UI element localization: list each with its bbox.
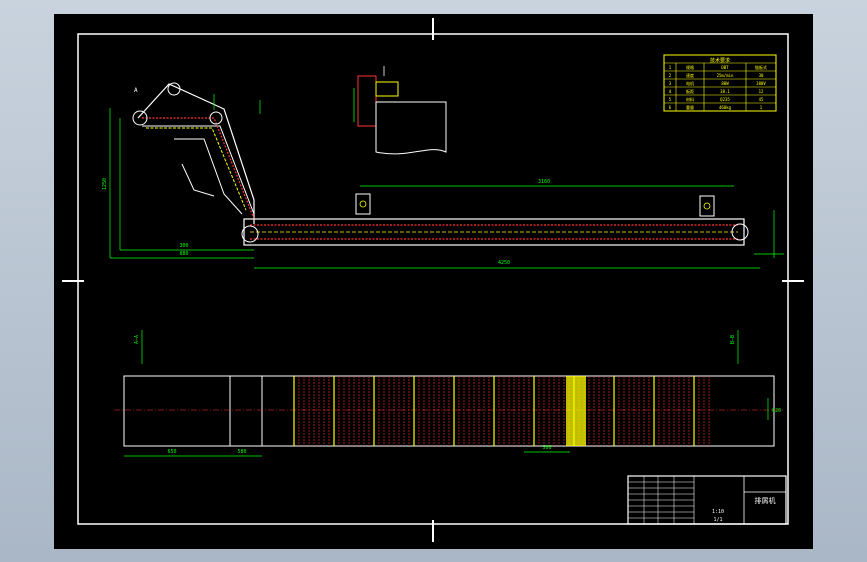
parts-table-cell: 电机	[686, 80, 694, 86]
plan-dim-mid: 500	[542, 445, 551, 451]
parts-table-cell: Q235	[720, 97, 730, 102]
parts-table-cell: 45	[759, 97, 764, 102]
parts-table-cell: 重量	[686, 104, 694, 110]
plan-view	[114, 375, 784, 447]
title-block: 排屑机 1:10 1/1	[627, 475, 787, 525]
parts-table-cell: 25m/min	[717, 73, 734, 78]
parts-table-cell: 460kg	[719, 105, 732, 110]
plan-dimensions	[124, 330, 769, 457]
side-dimensions	[109, 94, 784, 269]
dim-left-2: 880	[179, 251, 188, 257]
drawing-sheet: 1/1	[713, 517, 722, 523]
sheet-border	[77, 33, 789, 525]
callout-a: A	[134, 87, 138, 94]
parts-table: 技术要求 1 规格 DBT 链板式 2 速度 25m/min 30 3 电机 80W 380V 4 板距 3…	[663, 54, 777, 112]
dim-total: 4250	[498, 260, 510, 266]
plan-label-left: A—A	[134, 335, 140, 344]
drawing-name: 排屑机	[755, 496, 776, 505]
parts-table-cell: DBT	[721, 65, 729, 70]
parts-table-cell: 380V	[756, 81, 766, 86]
plan-dim-1: 650	[167, 449, 176, 455]
motor-detail	[353, 66, 447, 155]
parts-table-cell: 1	[760, 105, 763, 110]
parts-table-cell: 80W	[721, 81, 729, 86]
parts-table-cell: 材料	[686, 96, 694, 102]
parts-table-cell: 链板式	[755, 64, 767, 70]
parts-table-cell: 速度	[686, 72, 694, 78]
parts-table-cell: 38.1	[720, 89, 730, 94]
plan-dim-width: 620	[772, 408, 781, 414]
plan-label-right: B—B	[730, 335, 736, 344]
dim-height: 1250	[102, 178, 108, 190]
cad-drawing: 技术要求 1 规格 DBT 链板式 2 速度 25m/min 30 3 电机 80W 380V 4 板距 3…	[62, 18, 804, 542]
dim-left-1: 300	[179, 243, 188, 249]
plan-dim-2: 580	[237, 449, 246, 455]
parts-table-cell: 1	[669, 65, 672, 70]
parts-table-cell: 4	[669, 89, 672, 94]
side-elevation	[132, 82, 749, 246]
parts-table-cell: 5	[669, 97, 672, 102]
parts-table-cell: 30	[759, 73, 764, 78]
parts-table-cell: 12	[759, 89, 764, 94]
parts-table-cell: 规格	[686, 64, 694, 70]
dim-span: 3160	[538, 179, 550, 185]
parts-table-cell: 2	[669, 73, 672, 78]
parts-table-cell: 板距	[686, 88, 694, 94]
parts-table-header: 技术要求	[710, 57, 730, 64]
parts-table-cell: 3	[669, 81, 672, 86]
parts-table-cell: 6	[669, 105, 672, 110]
cad-viewport[interactable]: 技术要求 1 规格 DBT 链板式 2 速度 25m/min 30 3 电机 80W 380V 4 板距 3…	[54, 14, 813, 549]
drawing-scale: 1:10	[712, 509, 724, 515]
